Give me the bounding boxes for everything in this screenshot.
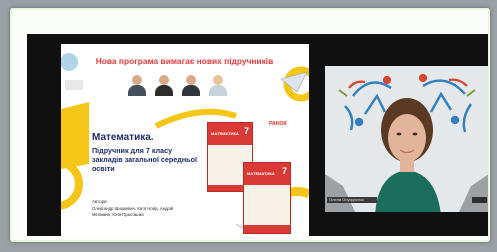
participant-video-tile[interactable]: Олена Онуфрієнко	[325, 66, 489, 212]
slide-book-subtitle: Підручник для 7 класу закладів загальної…	[92, 146, 198, 173]
author-photo-1	[127, 74, 147, 96]
book-cover-title: МАТЕМАТИКА	[247, 171, 275, 176]
book-grade: 7	[281, 166, 287, 176]
participant-name-tag: Олена Онуфрієнко	[327, 197, 377, 203]
yellow-arrow-shape	[61, 102, 89, 169]
doodle-top-left	[65, 80, 83, 90]
shared-slide-tile[interactable]: Нова програма вимагає нових підручників …	[61, 44, 309, 236]
camera-badge-icon	[472, 197, 487, 203]
book-grade: 7	[243, 126, 249, 136]
author-photo-2	[154, 74, 174, 96]
book-cover-front: 7 МАТЕМАТИКА	[243, 162, 291, 234]
author-photo-3	[181, 74, 201, 96]
participant-shirt	[375, 170, 441, 212]
blue-dot-top-left	[61, 53, 78, 71]
participant-video-frame	[325, 73, 489, 212]
publisher-logo: РАНОК	[269, 121, 287, 127]
book-cover-title: МАТЕМАТИКА	[211, 131, 239, 136]
yellow-ring-left	[61, 158, 83, 210]
window-frame: Нова програма вимагає нових підручників …	[10, 8, 490, 242]
author-photos	[127, 74, 237, 96]
slide-banner-title: Нова програма вимагає нових підручників	[95, 56, 274, 66]
authors-label: Автори:	[92, 199, 108, 204]
book-cover-illustration	[244, 185, 290, 225]
authors-list: Олександр Шишкевич, Катя Нойд, Андрій Ме…	[92, 206, 173, 217]
author-photo-4	[208, 74, 228, 96]
participant-face	[388, 114, 426, 162]
